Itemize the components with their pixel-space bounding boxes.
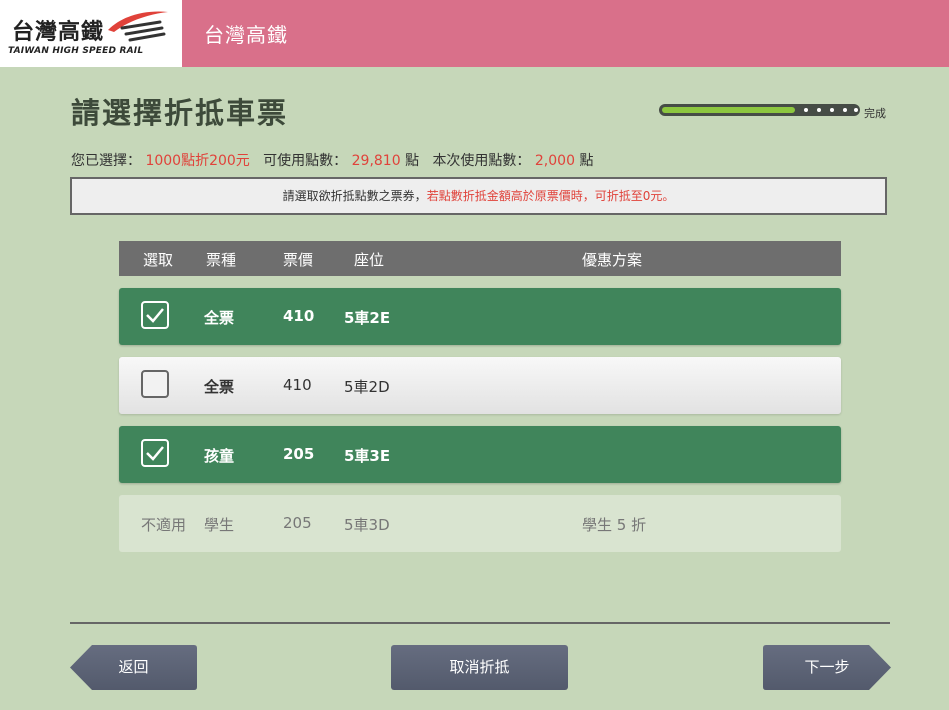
progress-step-dot	[854, 108, 858, 112]
ticket-type: 全票	[204, 378, 235, 396]
ticket-type: 全票	[204, 309, 235, 327]
table-header: 選取 票種 票價 座位 優惠方案	[119, 241, 841, 276]
ticket-checkbox[interactable]	[141, 370, 169, 398]
ticket-price: 410	[283, 307, 315, 325]
next-button-label: 下一步	[804, 658, 850, 676]
column-header-select: 選取	[143, 251, 174, 269]
progress-label: 完成	[864, 107, 886, 120]
ticket-discount: 學生 5 折	[582, 516, 647, 534]
ticket-row[interactable]: 全票 410 5車2E	[119, 288, 841, 345]
available-label: 可使用點數：	[263, 153, 348, 169]
back-button-label: 返回	[118, 658, 149, 676]
using-points-value: 2,000	[534, 153, 575, 169]
next-button[interactable]: 下一步	[763, 645, 891, 690]
ticket-seat: 5車3D	[344, 516, 390, 534]
using-points-unit: 點	[579, 153, 594, 169]
checkmark-icon	[146, 446, 164, 461]
header-bar: 台灣高鐵 TAIWAN HIGH SPEED RAIL 台灣高鐵	[0, 0, 949, 67]
cancel-discount-button[interactable]: 取消折抵	[391, 645, 568, 690]
back-button[interactable]: 返回	[70, 645, 197, 690]
logo[interactable]: 台灣高鐵 TAIWAN HIGH SPEED RAIL	[0, 0, 182, 67]
progress-fill	[662, 107, 795, 113]
selected-label: 您已選擇：	[71, 153, 141, 169]
progress-bar	[659, 104, 862, 118]
ticket-seat: 5車3E	[344, 447, 391, 465]
logo-chinese-text: 台灣高鐵	[12, 20, 105, 45]
available-points-value: 29,810	[351, 153, 401, 169]
points-summary: 您已選擇： 1000點折200元 可使用點數： 29,810 點 本次使用點數：…	[71, 150, 593, 170]
progress-step-dot	[817, 108, 821, 112]
available-points-unit: 點	[405, 153, 420, 169]
ticket-checkbox[interactable]	[141, 439, 169, 467]
progress-step-dot	[804, 108, 808, 112]
progress-step-dot	[843, 108, 847, 112]
ticket-row[interactable]: 孩童 205 5車3E	[119, 426, 841, 483]
ticket-type: 孩童	[204, 447, 235, 465]
ticket-price: 205	[283, 445, 315, 463]
progress-step-dot	[830, 108, 834, 112]
ticket-seat: 5車2D	[344, 378, 390, 396]
column-header-seat: 座位	[354, 251, 385, 269]
using-label: 本次使用點數：	[432, 153, 531, 169]
ticket-price: 205	[283, 514, 312, 532]
logo-english-text: TAIWAN HIGH SPEED RAIL	[8, 46, 144, 56]
column-header-discount: 優惠方案	[582, 251, 643, 269]
ticket-type: 學生	[204, 516, 235, 534]
ticket-status-not-applicable: 不適用	[141, 516, 187, 534]
selected-value: 1000點折200元	[145, 153, 250, 169]
ticket-price: 410	[283, 376, 312, 394]
rail-swoosh-icon	[108, 11, 168, 42]
notice-text: 請選取欲折抵點數之票券，	[282, 189, 427, 203]
notice-box: 請選取欲折抵點數之票券，若點數折抵金額高於原票價時，可折抵至0元。	[70, 177, 887, 215]
ticket-row[interactable]: 全票 410 5車2D	[119, 357, 841, 414]
column-header-type: 票種	[206, 251, 237, 269]
ticket-row: 不適用 學生 205 5車3D 學生 5 折	[119, 495, 841, 552]
column-header-price: 票價	[283, 251, 314, 269]
header-title: 台灣高鐵	[204, 23, 288, 47]
cancel-discount-label: 取消折抵	[449, 658, 510, 676]
divider	[70, 622, 890, 624]
ticket-checkbox[interactable]	[141, 301, 169, 329]
ticket-seat: 5車2E	[344, 309, 391, 327]
checkmark-icon	[146, 308, 164, 323]
page-title: 請選擇折抵車票	[71, 96, 289, 130]
notice-warning: 若點數折抵金額高於原票價時，可折抵至0元。	[426, 189, 675, 203]
